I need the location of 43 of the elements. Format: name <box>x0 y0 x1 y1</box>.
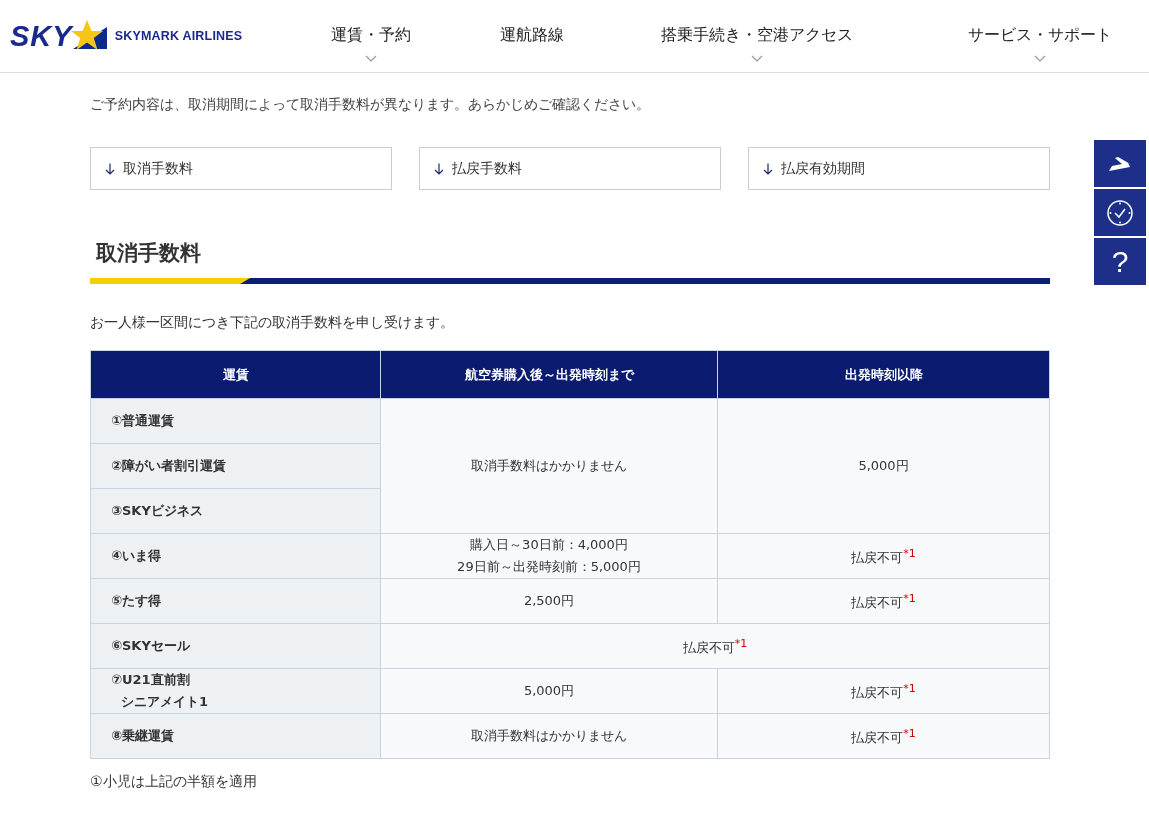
fare-name-cell: ⑧乗継運賃 <box>90 713 381 759</box>
intro-text: ご予約内容は、取消期間によって取消手数料が異なります。あらかじめご確認ください。 <box>90 95 651 114</box>
column-header: 運賃 <box>90 350 381 399</box>
table-cell: 5,000円 <box>380 668 718 714</box>
footnote-text: ①小児は上記の半額を適用 <box>90 773 258 791</box>
nav-link[interactable]: 搭乗手続き・空港アクセス <box>661 22 854 47</box>
flight-button[interactable] <box>1094 140 1146 187</box>
table-cell: 払戻不可$^{*1}$ <box>717 533 1050 579</box>
logo-wordmark[interactable]: SKY <box>10 21 73 51</box>
logo-text: SKYMARK AIRLINES <box>114 29 243 43</box>
fare-name-cell: ①普通運賃 <box>90 398 381 444</box>
anchor-link[interactable]: 取消手数料 <box>90 147 392 190</box>
table-cell: 購入日～30日前：4,000円 29日前～出発時刻前：5,000円 <box>380 533 718 579</box>
table-cell: 払戻不可$^{*1}$ <box>717 668 1050 714</box>
table-cell: 払戻不可$^{*1}$ <box>717 713 1050 759</box>
table-cell: 払戻不可$^{*1}$ <box>380 623 1050 669</box>
airplane-icon <box>1108 156 1132 171</box>
table-cell: 2,500円 <box>380 578 718 624</box>
fare-name-cell: ④いま得 <box>90 533 381 579</box>
arrow-down-icon <box>105 162 115 175</box>
nav-link[interactable]: 運賃・予約 <box>331 22 412 47</box>
table-cell: 取消手数料はかかりません <box>380 398 718 534</box>
nav-link[interactable]: 運航路線 <box>500 22 565 47</box>
table-cell: 払戻不可$^{*1}$ <box>717 578 1050 624</box>
column-header: 出発時刻以降 <box>717 350 1050 399</box>
arrow-down-icon <box>763 162 773 175</box>
section-heading: 取消手数料 <box>96 240 202 266</box>
fare-name-cell: ⑥SKYセール <box>90 623 381 669</box>
clock-button[interactable] <box>1094 189 1146 236</box>
clock-icon <box>1106 198 1134 227</box>
fare-name-cell: ⑦U21直前割 シニアメイト1 <box>90 668 381 714</box>
column-header: 航空券購入後～出発時刻まで <box>380 350 718 399</box>
help-button[interactable]: ? <box>1094 238 1146 285</box>
fare-name-cell: ②障がい者割引運賃 <box>90 443 381 489</box>
fare-name-cell: ⑤たす得 <box>90 578 381 624</box>
arrow-down-icon <box>434 162 444 175</box>
anchor-link[interactable]: 払戻手数料 <box>419 147 721 190</box>
nav-link[interactable]: サービス・サポート <box>968 22 1113 47</box>
description-text: お一人様一区間につき下記の取消手数料を申し受けます。 <box>90 313 455 332</box>
fare-name-cell: ③SKYビジネス <box>90 488 381 534</box>
table-cell: 5,000円 <box>717 398 1050 534</box>
anchor-link[interactable]: 払戻有効期間 <box>748 147 1050 190</box>
table-cell: 取消手数料はかかりません <box>380 713 718 759</box>
